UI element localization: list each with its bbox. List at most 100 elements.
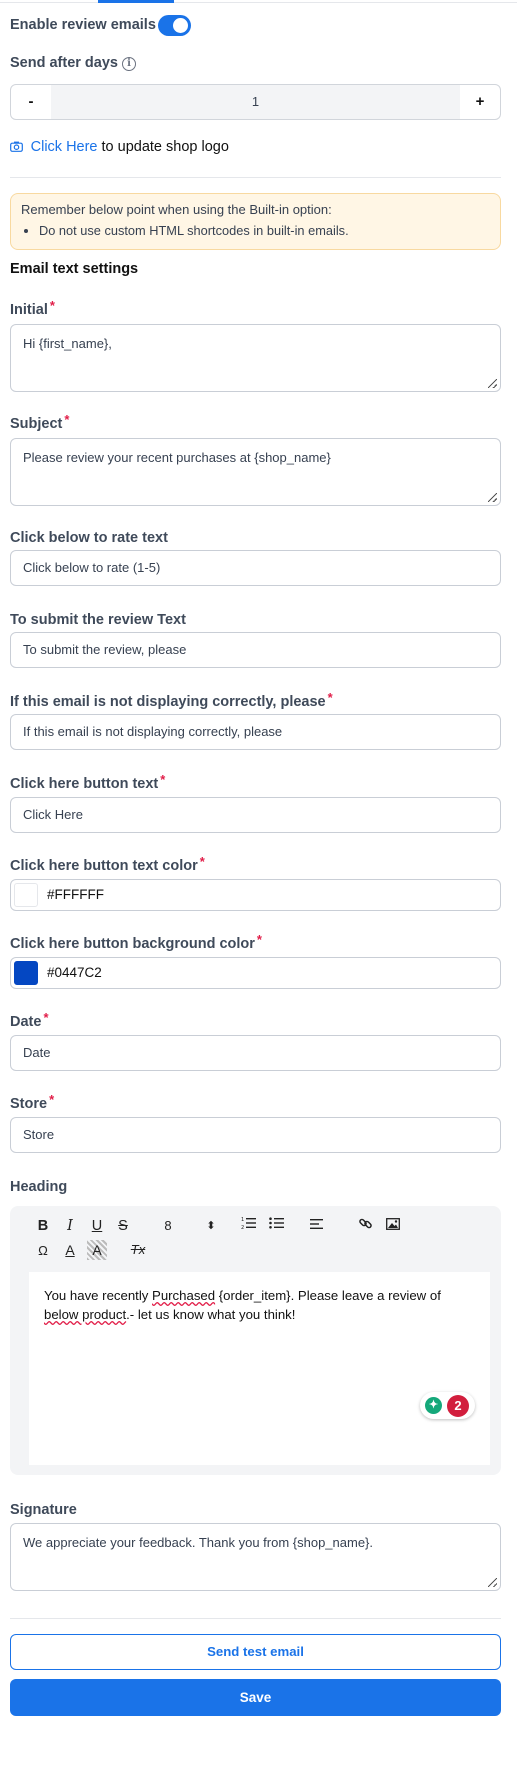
- not-displaying-label: If this email is not displaying correctl…: [10, 690, 333, 710]
- required-marker: *: [43, 1010, 49, 1025]
- resize-handle-icon[interactable]: [488, 493, 497, 502]
- built-in-notice: Remember below point when using the Buil…: [10, 193, 501, 250]
- store-label-text: Store: [10, 1096, 48, 1112]
- initial-textarea[interactable]: Hi {first_name},: [10, 324, 501, 392]
- clear-format-icon[interactable]: Tx: [128, 1240, 148, 1260]
- update-logo-text: to update shop logo: [97, 139, 229, 155]
- resize-handle-icon[interactable]: [488, 379, 497, 388]
- rate-text-label: Click below to rate text: [10, 530, 168, 546]
- signature-value: We appreciate your feedback. Thank you f…: [23, 1535, 374, 1550]
- send-after-days-stepper: - 1 +: [10, 84, 501, 120]
- link-icon[interactable]: [355, 1216, 375, 1236]
- increment-button[interactable]: +: [460, 85, 500, 119]
- update-logo-link[interactable]: Click Here: [31, 139, 98, 155]
- font-size-arrows-icon[interactable]: ⬍: [201, 1216, 221, 1236]
- notice-list: Do not use custom HTML shortcodes in bui…: [21, 223, 490, 238]
- required-marker: *: [199, 854, 205, 869]
- heading-editor: B I U S 8 ⬍ 12 Ω A A Tx You have recentl…: [10, 1206, 501, 1475]
- heading-text-flagged: Purchased: [152, 1288, 216, 1303]
- button-bg-color-label-text: Click here button background color: [10, 936, 255, 952]
- strikethrough-button[interactable]: S: [113, 1216, 133, 1236]
- submit-text-input[interactable]: To submit the review, please: [10, 632, 501, 668]
- initial-label: Initial *: [10, 298, 55, 318]
- top-tab-strip: [0, 0, 517, 3]
- signature-textarea[interactable]: We appreciate your feedback. Thank you f…: [10, 1523, 501, 1591]
- resize-handle-icon[interactable]: [488, 1578, 497, 1587]
- send-test-email-button[interactable]: Send test email: [10, 1634, 501, 1670]
- enable-review-emails-label: Enable review emails: [10, 17, 156, 33]
- font-color-icon[interactable]: A: [60, 1240, 80, 1260]
- image-icon[interactable]: [383, 1216, 403, 1236]
- heading-label: Heading: [10, 1179, 68, 1195]
- ordered-list-icon[interactable]: 12: [239, 1216, 259, 1236]
- heading-editor-body[interactable]: You have recently Purchased {order_item}…: [29, 1272, 490, 1465]
- date-label: Date *: [10, 1010, 49, 1030]
- bold-button[interactable]: B: [33, 1216, 53, 1236]
- info-icon[interactable]: i: [122, 57, 136, 71]
- align-left-icon[interactable]: [307, 1216, 327, 1236]
- required-marker: *: [49, 298, 55, 313]
- notice-title: Remember below point when using the Buil…: [21, 202, 332, 217]
- subject-label-text: Subject: [10, 416, 63, 432]
- heading-text: {order_item}. Please leave a review of: [215, 1288, 441, 1303]
- store-input[interactable]: Store: [10, 1117, 501, 1153]
- button-text-color-label-text: Click here button text color: [10, 858, 198, 874]
- color-value: #0447C2: [47, 965, 102, 980]
- color-value: #FFFFFF: [47, 887, 104, 902]
- button-text-color-input[interactable]: #FFFFFF: [10, 879, 501, 911]
- not-displaying-label-text: If this email is not displaying correctl…: [10, 694, 326, 710]
- not-displaying-input[interactable]: If this email is not displaying correctl…: [10, 714, 501, 750]
- update-logo-row: Click Here to update shop logo: [10, 139, 229, 155]
- button-text-color-label: Click here button text color *: [10, 854, 205, 874]
- svg-text:2: 2: [241, 1225, 244, 1230]
- store-label: Store *: [10, 1092, 54, 1112]
- required-marker: *: [327, 690, 333, 705]
- date-input[interactable]: Date: [10, 1035, 501, 1071]
- save-button[interactable]: Save: [10, 1679, 501, 1716]
- decrement-button[interactable]: -: [11, 85, 51, 119]
- grammar-checker-widget[interactable]: ✦ 2: [420, 1392, 475, 1419]
- underline-button[interactable]: U: [87, 1216, 107, 1236]
- italic-button[interactable]: I: [60, 1216, 80, 1236]
- required-marker: *: [256, 932, 262, 947]
- button-bg-color-input[interactable]: #0447C2: [10, 957, 501, 989]
- grammar-issue-count: 2: [447, 1395, 469, 1417]
- rate-text-input[interactable]: Click below to rate (1-5): [10, 550, 501, 586]
- heading-text-flagged: below product: [44, 1307, 127, 1322]
- button-bg-color-label: Click here button background color *: [10, 932, 262, 952]
- highlight-color-icon[interactable]: A: [87, 1240, 107, 1260]
- toggle-knob: [173, 18, 188, 33]
- heading-text: You have recently: [44, 1288, 153, 1303]
- subject-label: Subject *: [10, 412, 69, 432]
- camera-icon: [10, 139, 27, 154]
- subject-value: Please review your recent purchases at {…: [23, 450, 331, 465]
- send-after-days-label: Send after days i: [10, 55, 501, 71]
- email-text-settings-title: Email text settings: [10, 261, 139, 277]
- grammar-bulb-icon: ✦: [425, 1397, 442, 1414]
- bullet-list-icon[interactable]: [267, 1216, 287, 1236]
- subject-textarea[interactable]: Please review your recent purchases at {…: [10, 438, 501, 506]
- required-marker: *: [49, 1092, 55, 1107]
- divider: [10, 1618, 501, 1619]
- heading-text: .- let us know what you think!: [126, 1307, 296, 1322]
- signature-label: Signature: [10, 1502, 77, 1518]
- special-char-icon[interactable]: Ω: [33, 1241, 53, 1261]
- enable-review-emails-toggle[interactable]: [158, 15, 191, 36]
- button-text-input[interactable]: Click Here: [10, 797, 501, 833]
- font-size-select[interactable]: 8: [158, 1216, 178, 1236]
- color-swatch[interactable]: [14, 961, 38, 985]
- notice-item: Do not use custom HTML shortcodes in bui…: [39, 223, 490, 238]
- active-tab-indicator: [98, 0, 174, 3]
- button-text-label-text: Click here button text: [10, 776, 159, 792]
- color-swatch[interactable]: [14, 883, 38, 907]
- required-marker: *: [160, 772, 166, 787]
- initial-value: Hi {first_name},: [23, 336, 112, 351]
- initial-label-text: Initial: [10, 302, 48, 318]
- svg-text:1: 1: [241, 1217, 244, 1223]
- button-text-label: Click here button text *: [10, 772, 165, 792]
- submit-text-label: To submit the review Text: [10, 612, 186, 628]
- send-after-days-text: Send after days: [10, 55, 118, 71]
- required-marker: *: [64, 412, 70, 427]
- send-after-days-input[interactable]: 1: [51, 85, 460, 119]
- date-label-text: Date: [10, 1014, 42, 1030]
